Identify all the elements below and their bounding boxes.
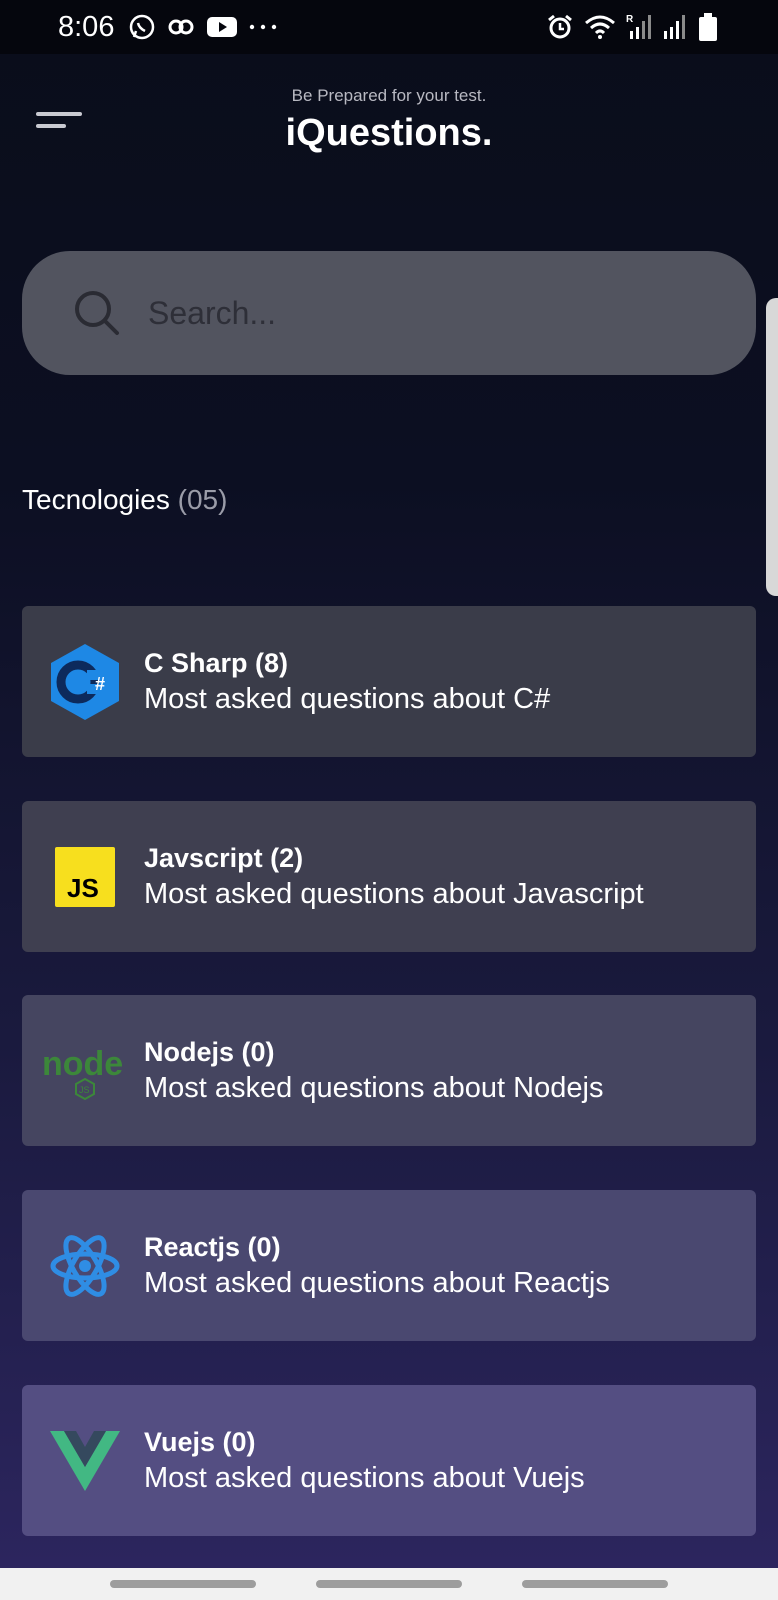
card-title: Nodejs (0) (144, 1036, 275, 1067)
technology-card-nodejs[interactable]: node JS Nodejs (0) Most asked questions … (22, 995, 756, 1146)
wifi-icon (584, 14, 616, 40)
card-text: Javscript (2) Most asked questions about… (144, 843, 644, 911)
technology-card-vuejs[interactable]: Vuejs (0) Most asked questions about Vue… (22, 1385, 756, 1536)
svg-text:JS: JS (67, 873, 99, 903)
search-bar[interactable] (22, 251, 756, 375)
youtube-icon (206, 15, 238, 39)
card-description: Most asked questions about Javascript (144, 877, 644, 910)
battery-icon (698, 13, 718, 41)
status-bar: 8:06 R (0, 0, 778, 54)
card-text: C Sharp (8) Most asked questions about C… (144, 648, 550, 716)
technology-card-csharp[interactable]: # C Sharp (8) Most asked questions about… (22, 606, 756, 757)
technology-card-javascript[interactable]: JS Javscript (2) Most asked questions ab… (22, 801, 756, 952)
card-text: Nodejs (0) Most asked questions about No… (144, 1037, 603, 1105)
svg-text:R: R (626, 14, 634, 25)
card-description: Most asked questions about C# (144, 682, 551, 715)
alarm-icon (546, 13, 574, 41)
signal-icon (662, 13, 688, 41)
react-logo-icon (40, 1221, 130, 1311)
card-description: Most asked questions about Nodejs (144, 1071, 604, 1104)
status-time: 8:06 (58, 10, 115, 43)
javascript-logo-icon: JS (40, 832, 130, 922)
nav-recent-button[interactable] (110, 1580, 256, 1588)
card-title: Vuejs (0) (144, 1426, 256, 1457)
scrollbar[interactable] (766, 298, 778, 596)
csharp-logo-icon: # (40, 637, 130, 727)
card-description: Most asked questions about Vuejs (144, 1461, 585, 1494)
vue-logo-icon (40, 1416, 130, 1506)
signal-r-icon: R (626, 13, 652, 41)
svg-text:node: node (42, 1045, 123, 1083)
card-text: Vuejs (0) Most asked questions about Vue… (144, 1427, 585, 1495)
technologies-heading: Tecnologies (05) (22, 484, 227, 516)
technologies-label: Tecnologies (22, 484, 170, 515)
link-icon (166, 17, 196, 37)
svg-text:#: # (95, 674, 105, 694)
app-subtitle: Be Prepared for your test. (291, 86, 487, 105)
svg-text:JS: JS (79, 1085, 90, 1095)
card-title: Reactjs (0) (144, 1231, 281, 1262)
technologies-count: (05) (177, 484, 228, 515)
search-icon (75, 291, 119, 335)
status-right: R (546, 13, 718, 41)
more-dots-icon (248, 22, 278, 32)
card-title: Javscript (2) (144, 842, 304, 873)
app-title: iQuestions. (285, 112, 493, 154)
card-title: C Sharp (8) (144, 647, 289, 678)
nav-back-button[interactable] (522, 1580, 668, 1588)
nav-home-button[interactable] (316, 1580, 462, 1588)
app-header: Be Prepared for your test. iQuestions. (0, 82, 778, 162)
status-left: 8:06 (58, 11, 278, 44)
technology-card-reactjs[interactable]: Reactjs (0) Most asked questions about R… (22, 1190, 756, 1341)
nodejs-logo-icon: node JS (40, 1026, 130, 1116)
card-description: Most asked questions about Reactjs (144, 1266, 610, 1299)
whatsapp-icon (128, 13, 156, 41)
search-input[interactable] (148, 294, 688, 332)
card-text: Reactjs (0) Most asked questions about R… (144, 1232, 610, 1300)
system-nav-bar (0, 1568, 778, 1600)
